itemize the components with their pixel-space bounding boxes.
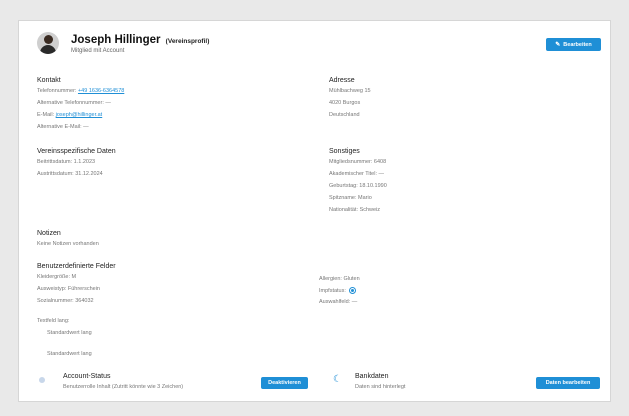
club-entry: Beitrittsdatum: 1.1.2023 <box>37 159 96 165</box>
phone-link[interactable]: +49 1636-6364578 <box>78 88 124 94</box>
other-nickname: Spitzname: Mario <box>329 195 372 201</box>
pencil-icon: ✎ <box>555 42 561 48</box>
account-status-title: Account-Status <box>63 373 111 380</box>
custom-select: Auswahlfeld: — <box>319 299 358 305</box>
bank-title: Bankdaten <box>355 373 389 380</box>
deactivate-button[interactable]: Deaktivieren <box>261 377 308 389</box>
custom-field: Sozialnummer: 364032 <box>37 298 94 304</box>
custom-fields-title: Benutzerdefinierte Felder <box>37 263 116 270</box>
other-title: Sonstiges <box>329 148 360 155</box>
custom-checkbox-row: Impfstatus: <box>319 287 356 294</box>
club-exit: Austrittsdatum: 31.12.2024 <box>37 171 103 177</box>
address-title: Adresse <box>329 77 355 84</box>
contact-alt-phone: Alternative Telefonnummer: — <box>37 100 111 106</box>
long-text-value: Standardwert lang <box>47 330 92 336</box>
long-text-label: Textfeld lang: <box>37 318 70 324</box>
address-street: Mühlbachweg 15 <box>329 88 371 94</box>
member-profile-card: Joseph Hillinger (Vereinsprofil) Mitglie… <box>18 20 611 402</box>
contact-phone: Telefonnummer: +49 1636-6364578 <box>37 88 125 94</box>
notes-title: Notizen <box>37 230 61 237</box>
long-text-value: Standardwert lang <box>47 351 92 357</box>
edit-bank-data-button[interactable]: Daten bearbeiten <box>536 377 600 389</box>
address-country: Deutschland <box>329 112 360 118</box>
other-birthday: Geburtstag: 18.10.1990 <box>329 183 387 189</box>
notes-value: Keine Notizen vorhanden <box>37 241 99 247</box>
edit-button[interactable]: ✎ Bearbeiten <box>546 38 601 51</box>
member-role: (Vereinsprofil) <box>165 38 210 45</box>
custom-allergies: Allergien: Gluten <box>319 276 360 282</box>
member-subtitle: Mitglied mit Account <box>71 48 125 54</box>
bank-subtitle: Daten sind hinterlegt <box>355 384 406 390</box>
address-city: 4020 Burgos <box>329 100 361 106</box>
vaccination-radio[interactable] <box>348 287 356 294</box>
club-title: Vereinsspezifische Daten <box>37 148 116 155</box>
account-status-subtitle: Benutzerrolle Inhalt (Zutritt könnte wie… <box>63 384 184 390</box>
contact-title: Kontakt <box>37 77 61 84</box>
member-name: Joseph Hillinger (Vereinsprofil) <box>71 34 210 46</box>
person-icon <box>39 377 45 383</box>
other-member-no: Mitgliedsnummer: 6408 <box>329 159 387 165</box>
email-link[interactable]: joseph@hillinger.at <box>56 112 103 118</box>
custom-field: Ausweistyp: Führerschein <box>37 286 100 292</box>
contact-email: E-Mail: joseph@hillinger.at <box>37 112 103 118</box>
other-nationality: Nationalität: Schweiz <box>329 207 381 213</box>
contact-alt-email: Alternative E-Mail: — <box>37 124 89 130</box>
avatar <box>37 32 59 54</box>
custom-field: Kleidergröße: M <box>37 274 77 280</box>
moon-icon: ☾ <box>333 374 342 385</box>
other-title-field: Akademischer Titel: — <box>329 171 385 177</box>
